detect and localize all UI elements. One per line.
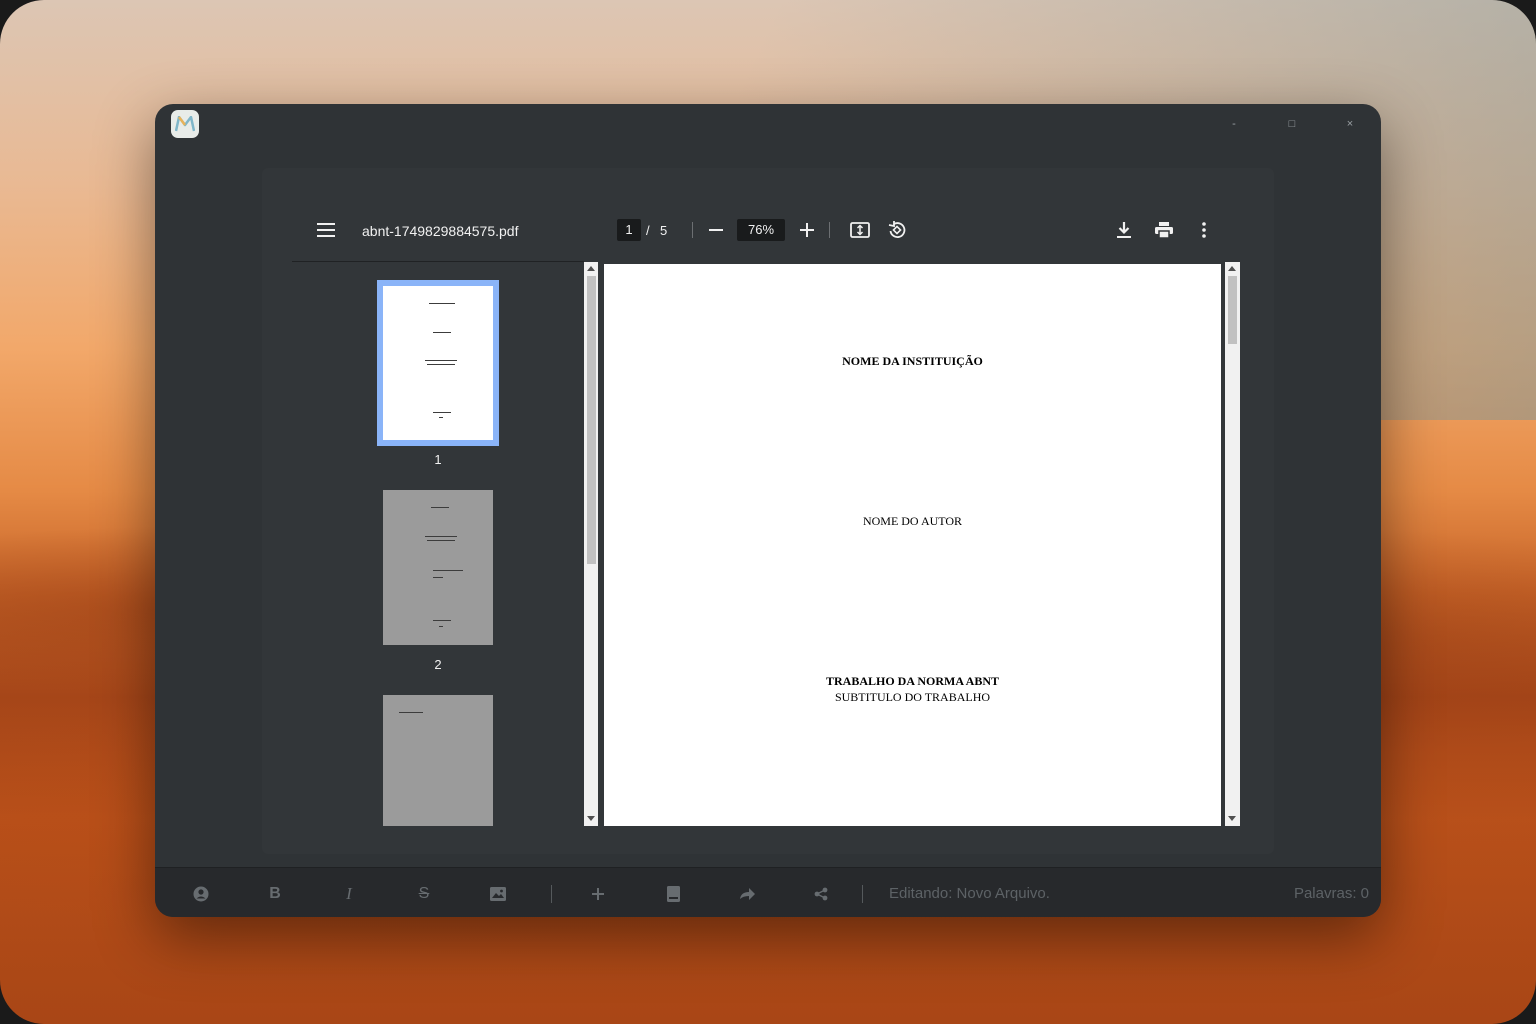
word-count: Palavras: 0	[1293, 885, 1369, 902]
italic-icon[interactable]: I	[339, 884, 359, 904]
sidebar-scrollbar[interactable]	[584, 262, 598, 826]
minimize-button[interactable]: -	[1222, 114, 1246, 134]
zoom-input[interactable]: 76%	[737, 219, 785, 241]
page-scroll-thumb[interactable]	[1228, 276, 1237, 344]
download-icon[interactable]	[1112, 218, 1136, 242]
editor-bottom-bar: B I S Editando: Novo Arquivo. Palavras: …	[155, 867, 1381, 917]
close-button[interactable]: ×	[1338, 114, 1362, 134]
thumbnail-page-1[interactable]	[377, 280, 499, 446]
page-separator: /	[646, 223, 650, 238]
author-name: NOME DO AUTOR	[862, 514, 963, 528]
page-scrollbar[interactable]	[1225, 262, 1240, 826]
work-title: TRABALHO DA NORMA ABNT	[825, 674, 1000, 688]
pdf-filename: abnt-1749829884575.pdf	[362, 223, 519, 239]
zoom-in-icon[interactable]	[795, 218, 819, 242]
page-total: 5	[660, 223, 668, 238]
app-logo-icon[interactable]	[171, 110, 199, 138]
strikethrough-icon[interactable]: S	[414, 884, 434, 904]
rotate-icon[interactable]	[885, 218, 909, 242]
thumbnail-sidebar: 1 2	[292, 262, 584, 826]
scroll-down-arrow-icon[interactable]	[587, 816, 595, 821]
page-number-input[interactable]: 1	[617, 219, 641, 241]
scroll-up-arrow-icon[interactable]	[1228, 266, 1236, 271]
share-icon[interactable]	[811, 884, 831, 904]
account-circle-icon[interactable]	[191, 884, 211, 904]
image-icon[interactable]	[488, 884, 508, 904]
menu-icon[interactable]	[314, 218, 338, 242]
scroll-up-arrow-icon[interactable]	[587, 266, 595, 271]
toolbar-divider	[829, 222, 830, 238]
redo-icon[interactable]	[737, 884, 757, 904]
add-icon[interactable]	[588, 884, 608, 904]
work-subtitle: SUBTITULO DO TRABALHO	[834, 690, 991, 704]
editing-status: Editando: Novo Arquivo.	[889, 885, 1050, 902]
thumbnail-page-2[interactable]	[383, 490, 493, 645]
app-window: - □ × abnt-1749829884575.pdf 1 / 5 76% 1…	[155, 104, 1381, 917]
fit-page-icon[interactable]	[848, 218, 872, 242]
toolbar-divider	[692, 222, 693, 238]
maximize-button[interactable]: □	[1280, 114, 1304, 134]
more-vert-icon[interactable]	[1194, 218, 1214, 242]
zoom-out-icon[interactable]	[704, 218, 728, 242]
bold-icon[interactable]: B	[265, 884, 285, 904]
scroll-down-arrow-icon[interactable]	[1228, 816, 1236, 821]
thumbnail-number: 2	[434, 657, 442, 672]
pdf-page: NOME DA INSTITUIÇÃO NOME DO AUTOR TRABAL…	[604, 264, 1221, 826]
bottom-bar-divider	[551, 885, 552, 903]
pdf-viewer: abnt-1749829884575.pdf 1 / 5 76% 1 2 NOM…	[262, 168, 1274, 854]
print-icon[interactable]	[1152, 218, 1176, 242]
institution-name: NOME DA INSTITUIÇÃO	[842, 354, 983, 368]
book-icon[interactable]	[663, 884, 683, 904]
pdf-toolbar: abnt-1749829884575.pdf 1 / 5 76%	[262, 212, 1274, 252]
thumbnail-page-3[interactable]	[383, 695, 493, 826]
thumbnail-number: 1	[434, 452, 442, 467]
sidebar-scroll-thumb[interactable]	[587, 276, 596, 564]
bottom-bar-divider	[862, 885, 863, 903]
